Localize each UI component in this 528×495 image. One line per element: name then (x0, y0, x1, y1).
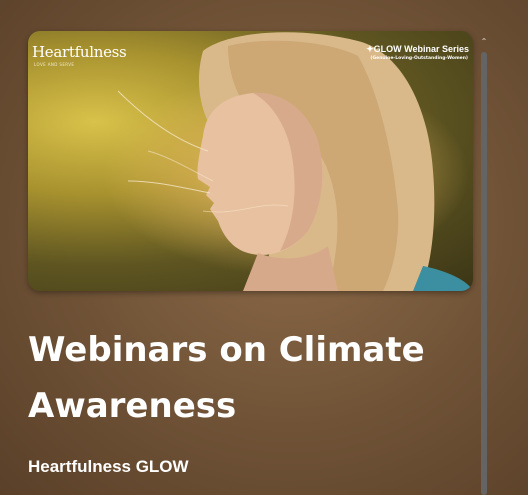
sparkle-icon: ✦ (366, 44, 374, 54)
series-label: ✦GLOW Webinar Series (366, 44, 469, 54)
video-card[interactable]: Heartfulness LOVE AND SERVE ✦GLOW Webina… (0, 0, 528, 495)
channel-name[interactable]: Heartfulness GLOW (28, 457, 189, 477)
scrollbar[interactable]: ⌃ (480, 38, 488, 495)
heartfulness-logo-subtext: LOVE AND SERVE (34, 62, 75, 67)
heartfulness-logo: Heartfulness (32, 43, 127, 61)
scrollbar-thumb[interactable] (481, 52, 487, 495)
series-subtitle: (Genuine-Loving-Outstanding-Women) (370, 56, 468, 61)
video-title[interactable]: Webinars on Climate Awareness (28, 322, 468, 434)
chevron-up-icon[interactable]: ⌃ (480, 38, 488, 46)
child-in-sunlight-image (117, 32, 473, 291)
video-thumbnail[interactable]: Heartfulness LOVE AND SERVE ✦GLOW Webina… (28, 31, 473, 291)
